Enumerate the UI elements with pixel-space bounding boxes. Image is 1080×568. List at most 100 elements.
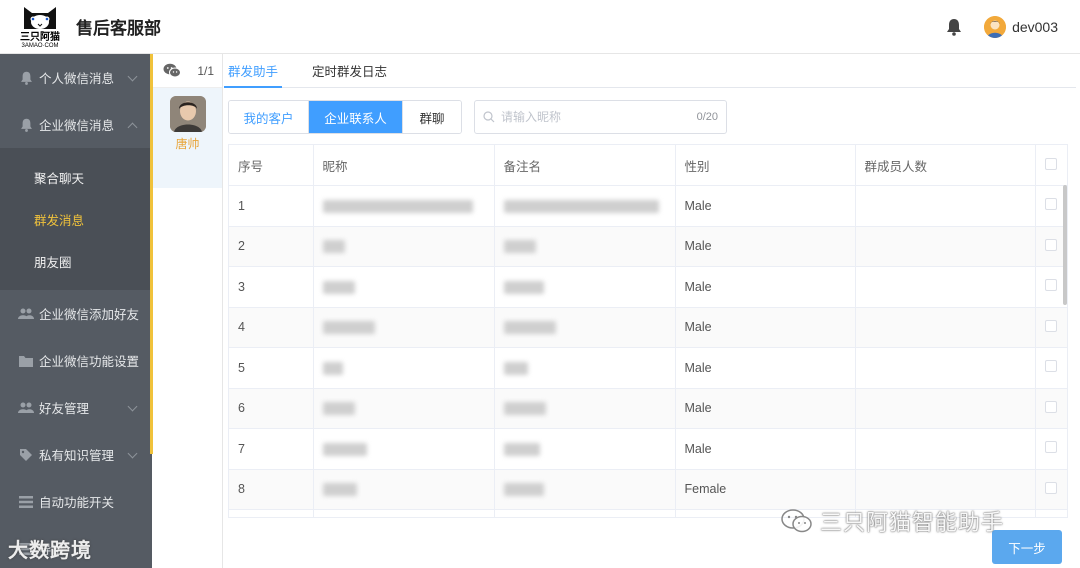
row-nickname [313, 347, 495, 389]
row-checkbox[interactable] [1044, 319, 1057, 332]
top-header: 三只阿猫 3AMAO·COM 售后客服部 dev003 [0, 0, 1080, 54]
table-row[interactable]: 2 Male [229, 226, 1067, 267]
sidebar-item-label: 企业微信功能设置 [39, 355, 140, 369]
sidebar-subitem-mass-message[interactable]: 群发消息 [0, 198, 152, 240]
sidebar-item-function-settings[interactable]: 企业微信功能设置 [0, 337, 152, 384]
table-row[interactable]: 8 Female [229, 469, 1067, 510]
sidebar-item-add-friends[interactable]: 企业微信添加好友 [0, 290, 152, 337]
sidebar-item-label: 好友管理 [39, 402, 90, 416]
row-checkbox[interactable] [1044, 360, 1057, 373]
row-remark [494, 469, 676, 510]
row-checkbox[interactable] [1044, 279, 1057, 292]
tab-mass-assistant[interactable]: 群发助手 [224, 53, 294, 88]
row-index: 4 [229, 307, 314, 348]
contacts-table: 序号 昵称 备注名 性别 群成员人数 1 Male 2 Male 3 Male … [228, 144, 1068, 518]
search-char-count: 0/20 [696, 111, 718, 123]
table-scrollbar[interactable] [1063, 185, 1067, 305]
row-checkbox[interactable] [1044, 441, 1057, 454]
logo-subtext: 3AMAO·COM [21, 43, 59, 49]
row-nickname [313, 307, 495, 348]
notification-bell-icon[interactable] [946, 18, 962, 36]
row-gender: Female [675, 469, 856, 510]
row-remark [494, 509, 676, 517]
redacted-text [322, 321, 375, 335]
sidebar-subitem-aggregate-chat[interactable]: 聚合聊天 [0, 156, 152, 198]
sidebar-item-label: 个人微信消息 [39, 72, 115, 86]
table-row[interactable]: 1 Male [229, 185, 1067, 227]
tab-bar: 群发助手 定时群发日志 [224, 54, 1076, 88]
tag-icon [18, 448, 34, 462]
sidebar-item-enterprise-wechat[interactable]: 企业微信消息 [0, 101, 152, 148]
row-member-count [855, 266, 1036, 308]
sidebar-item-label: 企业微信消息 [39, 119, 115, 133]
redacted-text [322, 402, 355, 416]
account-avatar [169, 96, 206, 132]
wechat-watermark-icon [781, 509, 812, 533]
redacted-text [322, 442, 367, 456]
segment-my-customers[interactable]: 我的客户 [229, 101, 309, 133]
app-logo[interactable]: 三只阿猫 3AMAO·COM [10, 1, 70, 53]
row-nickname [313, 509, 495, 517]
row-checkbox[interactable] [1044, 400, 1057, 413]
table-row[interactable]: 3 Male [229, 266, 1067, 308]
sidebar-item-friend-management[interactable]: 好友管理 [0, 384, 152, 431]
username[interactable]: dev003 [1012, 19, 1058, 35]
row-checkbox[interactable] [1044, 238, 1057, 251]
sidebar-item-personal-wechat[interactable]: 个人微信消息 [0, 54, 152, 101]
sidebar-item-label: 自动功能开关 [39, 496, 115, 510]
row-gender: Male [675, 428, 856, 470]
nickname-search-input[interactable] [501, 110, 697, 124]
row-index: 1 [229, 185, 314, 227]
table-row[interactable]: 7 Male [229, 428, 1067, 470]
column-header-member-count: 群成员人数 [855, 145, 1036, 186]
users-icon [18, 307, 34, 321]
table-header-row: 序号 昵称 备注名 性别 群成员人数 [229, 145, 1067, 186]
sidebar-subitem-moments[interactable]: 朋友圈 [0, 240, 152, 282]
select-all-cell [1035, 145, 1067, 186]
redacted-text [503, 240, 536, 254]
users-icon [18, 401, 34, 415]
row-index: 8 [229, 469, 314, 510]
row-member-count [855, 347, 1036, 389]
account-count: 1/1 [197, 63, 214, 78]
sidebar-item-auto-switch[interactable]: 自动功能开关 [0, 478, 152, 525]
chevron-down-icon [127, 448, 138, 459]
row-select-cell [1035, 469, 1067, 510]
search-box: 0/20 [474, 100, 727, 134]
segment-group-chats[interactable]: 群聊 [403, 101, 461, 133]
row-remark [494, 185, 676, 227]
row-nickname [313, 185, 495, 227]
main-content: 群发助手 定时群发日志 我的客户 企业联系人 群聊 0/20 序号 昵称 备注名 [224, 54, 1080, 568]
row-member-count [855, 469, 1036, 510]
redacted-text [503, 199, 659, 213]
chevron-down-icon [127, 401, 138, 412]
row-member-count [855, 388, 1036, 429]
row-index: 3 [229, 266, 314, 308]
row-gender: Male [675, 347, 856, 389]
row-nickname [313, 469, 495, 510]
table-row[interactable]: 5 Male [229, 347, 1067, 389]
row-checkbox[interactable] [1044, 481, 1057, 494]
select-all-checkbox[interactable] [1044, 157, 1057, 170]
account-name: 唐帅 [175, 137, 200, 151]
account-card[interactable]: 唐帅 [153, 88, 222, 188]
redacted-text [503, 442, 540, 456]
row-select-cell [1035, 428, 1067, 470]
user-avatar[interactable] [984, 16, 1007, 38]
segment-enterprise-contacts[interactable]: 企业联系人 [309, 101, 403, 133]
row-index: 6 [229, 388, 314, 429]
table-row[interactable]: 6 Male [229, 388, 1067, 429]
search-icon [483, 111, 495, 123]
redacted-text [503, 402, 546, 416]
table-row[interactable]: 4 Male [229, 307, 1067, 348]
row-nickname [313, 226, 495, 267]
tab-scheduled-log[interactable]: 定时群发日志 [308, 53, 403, 87]
row-checkbox[interactable] [1044, 198, 1057, 211]
row-gender: Male [675, 185, 856, 227]
sidebar-item-knowledge-management[interactable]: 私有知识管理 [0, 431, 152, 478]
row-member-count [855, 226, 1036, 267]
row-gender: Male [675, 388, 856, 429]
row-gender: Male [675, 266, 856, 308]
chevron-up-icon [127, 122, 138, 133]
wechat-icon [163, 63, 181, 78]
